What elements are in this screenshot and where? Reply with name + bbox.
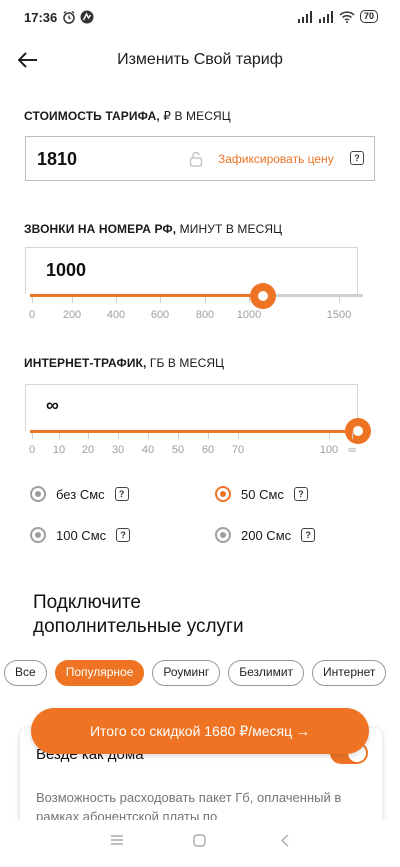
wifi-icon (339, 10, 355, 23)
radio-button[interactable] (30, 527, 46, 543)
internet-slider-fill (30, 430, 358, 433)
slider-tick-label: 50 (171, 444, 185, 456)
price-field: 1810 Зафиксировать цену ? (25, 136, 375, 181)
menu-icon[interactable] (110, 834, 124, 846)
radio-button[interactable] (215, 486, 231, 502)
battery-icon: 70 (359, 10, 378, 23)
slider-tick-label: 30 (111, 444, 125, 456)
slider-tick (329, 433, 330, 439)
status-time: 17:36 (24, 10, 58, 25)
sms-help-icon[interactable]: ? (293, 487, 308, 501)
slider-tick-label: 600 (150, 309, 170, 321)
sms-option-2[interactable]: 100 Смс ? (30, 527, 131, 543)
calls-value-box: 1000 (25, 247, 358, 294)
lock-icon (189, 151, 203, 167)
slider-tick (238, 433, 239, 439)
chip-internet[interactable]: Интернет (312, 660, 387, 686)
price-value: 1810 (37, 149, 78, 169)
back-nav-icon[interactable] (280, 834, 290, 847)
sms-option-label: без Смс (56, 486, 105, 502)
radio-button[interactable] (30, 486, 46, 502)
slider-tick-label: 200 (62, 309, 82, 321)
home-icon[interactable] (193, 834, 206, 847)
internet-label: ИНТЕРНЕТ-ТРАФИК, ГБ В МЕСЯЦ (24, 356, 225, 370)
sms-help-icon[interactable]: ? (116, 528, 131, 542)
slider-tick-label: 70 (231, 444, 245, 456)
calls-label: ЗВОНКИ НА НОМЕРА РФ, МИНУТ В МЕСЯЦ (24, 222, 283, 236)
chip-roaming[interactable]: Роуминг (152, 660, 221, 686)
slider-tick (59, 433, 60, 439)
price-help-icon[interactable]: ? (350, 151, 364, 165)
slider-tick (178, 433, 179, 439)
signal-icon-2 (318, 10, 333, 23)
slider-tick-label: 20 (81, 444, 95, 456)
app-notification-icon (80, 10, 94, 24)
slider-tick-label: 0 (28, 309, 36, 321)
slider-tick (160, 297, 161, 303)
price-label: СТОИМОСТЬ ТАРИФА, ₽ В МЕСЯЦ (24, 109, 231, 123)
service-filter-chips: Все Популярное Роуминг Безлимит Интернет (4, 660, 387, 686)
sms-option-label: 100 Смс (56, 527, 107, 543)
chip-unlimited[interactable]: Безлимит (228, 660, 305, 686)
sms-option-1[interactable]: 50 Смс ? (215, 486, 308, 502)
sms-help-icon[interactable]: ? (301, 528, 316, 542)
slider-tick (32, 433, 33, 439)
slider-tick-label: 100 (319, 444, 339, 456)
chip-all[interactable]: Все (4, 660, 47, 686)
sms-option-3[interactable]: 200 Смс ? (215, 527, 316, 543)
calls-slider-thumb[interactable] (250, 283, 276, 309)
slider-tick (118, 433, 119, 439)
slider-tick-label: 400 (106, 309, 126, 321)
page-title: Изменить Свой тариф (117, 51, 283, 68)
slider-tick-label: 10 (52, 444, 66, 456)
slider-tick-label: 0 (28, 444, 36, 456)
total-button[interactable]: Итого со скидкой 1680 ₽/месяц → (31, 708, 369, 754)
signal-icon (297, 10, 312, 23)
sms-option-label: 200 Смс (241, 527, 292, 543)
fix-price-link[interactable]: Зафиксировать цену (218, 152, 334, 166)
slider-tick-label: 1000 (236, 309, 262, 321)
header: Изменить Свой тариф (0, 42, 400, 78)
sms-help-icon[interactable]: ? (114, 487, 129, 501)
slider-tick-label: 40 (141, 444, 155, 456)
system-nav-bar (0, 820, 400, 867)
sms-option-0[interactable]: без Смс ? (30, 486, 129, 502)
slider-tick-label: ∞ (348, 444, 356, 456)
alarm-icon (63, 10, 75, 24)
radio-button[interactable] (215, 527, 231, 543)
slider-tick (88, 433, 89, 439)
slider-tick (208, 433, 209, 439)
services-title: Подключите дополнительные услуги (33, 592, 244, 637)
internet-slider-thumb[interactable] (345, 418, 371, 444)
slider-tick (32, 297, 33, 303)
slider-tick-label: 800 (195, 309, 215, 321)
slider-tick (148, 433, 149, 439)
sms-option-label: 50 Смс (241, 486, 284, 502)
slider-tick (352, 433, 353, 439)
slider-tick-label: 60 (201, 444, 215, 456)
status-bar: 17:36 70 (0, 0, 400, 36)
calls-value: 1000 (46, 260, 87, 280)
slider-tick (116, 297, 117, 303)
slider-tick (205, 297, 206, 303)
slider-tick (72, 297, 73, 303)
chip-popular[interactable]: Популярное (54, 660, 145, 686)
slider-tick-label: 1500 (326, 309, 352, 321)
slider-tick (339, 297, 340, 303)
slider-tick (249, 297, 250, 303)
internet-value: ∞ (46, 395, 59, 415)
calls-slider-fill (30, 294, 263, 297)
internet-value-box: ∞ (25, 384, 358, 431)
